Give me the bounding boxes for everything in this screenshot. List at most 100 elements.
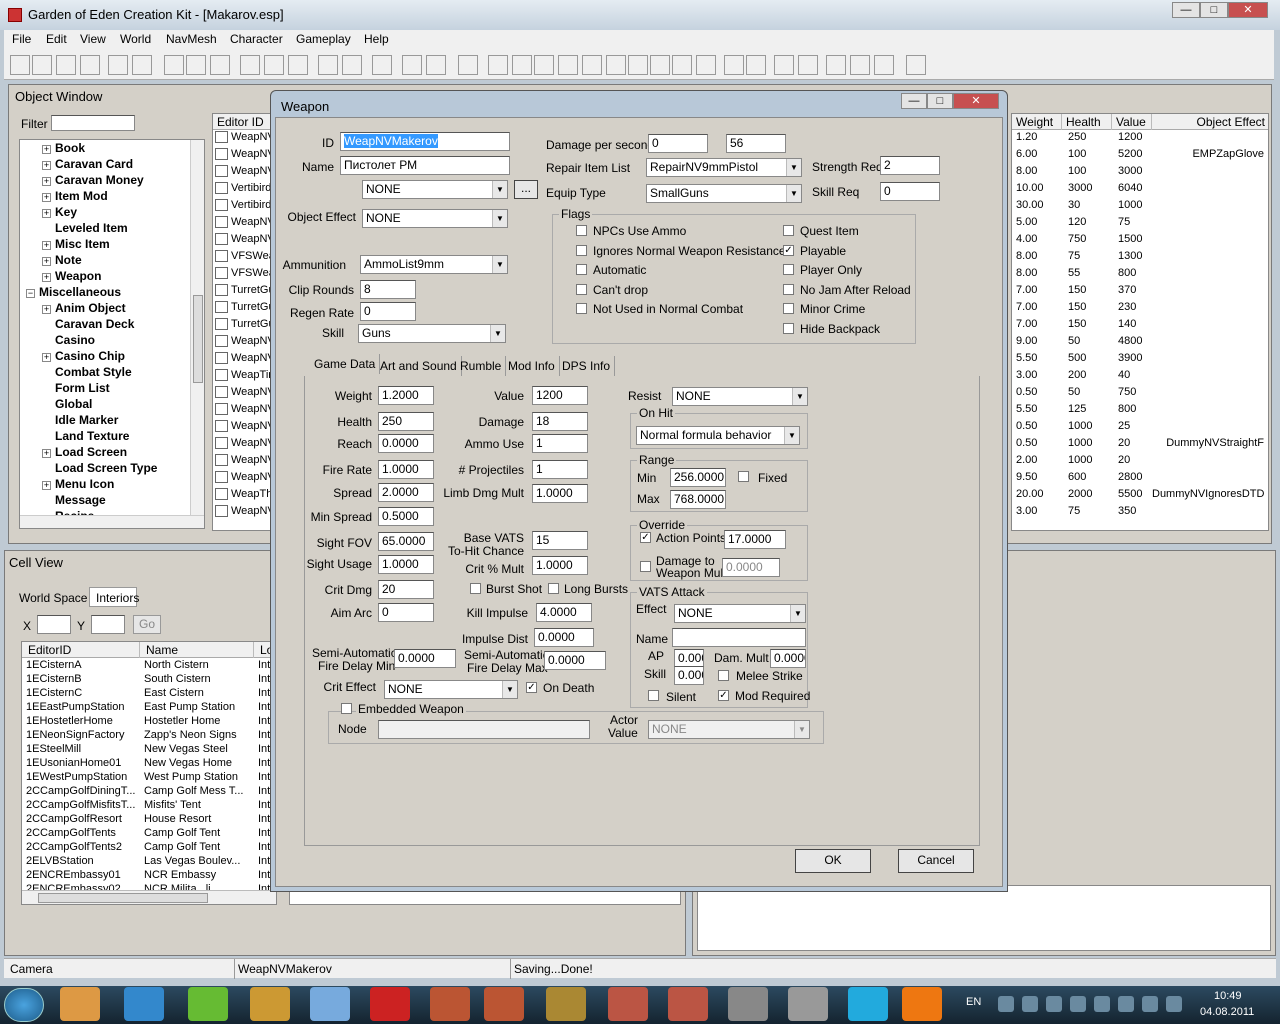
- tree-item[interactable]: Load Screen Type: [42, 460, 157, 476]
- id-input[interactable]: WeapNVMakerov: [340, 132, 510, 151]
- kill-impulse-input[interactable]: 4.0000: [536, 603, 592, 622]
- minimize-button[interactable]: —: [1172, 2, 1200, 18]
- eye-icon[interactable]: [788, 987, 828, 1021]
- flag-checkbox[interactable]: [783, 283, 794, 295]
- tree-hscrollbar[interactable]: [20, 515, 204, 528]
- melee-strike-checkbox[interactable]: [718, 670, 729, 681]
- column-header[interactable]: Health: [1062, 114, 1112, 130]
- vats-effect-select[interactable]: NONE ▼: [674, 604, 806, 623]
- table-row[interactable]: 2CCampGolfDiningT... Camp Golf Mess T... I…: [22, 784, 276, 798]
- menu-character[interactable]: Character: [230, 32, 283, 46]
- open-icon[interactable]: [32, 55, 52, 75]
- table-row[interactable]: 0.50 50 750: [1012, 385, 1268, 399]
- flag-checkbox[interactable]: [576, 283, 587, 295]
- gear-icon[interactable]: [850, 55, 870, 75]
- spread-input[interactable]: 2.0000: [378, 483, 434, 502]
- column-header[interactable]: Value: [1112, 114, 1152, 130]
- table-row[interactable]: 6.00 100 5200 EMPZapGlove: [1012, 147, 1268, 161]
- x-icon[interactable]: [724, 55, 744, 75]
- tree-item[interactable]: + Weapon: [42, 268, 101, 284]
- video-icon[interactable]: [728, 987, 768, 1021]
- lasso-icon[interactable]: [402, 55, 422, 75]
- table-row[interactable]: 9.50 600 2800: [1012, 470, 1268, 484]
- tray-icon[interactable]: [1118, 996, 1134, 1012]
- dialog-minimize-button[interactable]: —: [901, 93, 927, 109]
- flag-checkbox[interactable]: [783, 303, 794, 315]
- dialog-close-button[interactable]: ✕: [953, 93, 999, 109]
- clip-rounds-input[interactable]: 8: [360, 280, 416, 299]
- texture-icon[interactable]: [288, 55, 308, 75]
- editor-id-row[interactable]: WeapNV: [215, 402, 275, 416]
- tree-item[interactable]: − Miscellaneous: [26, 284, 121, 300]
- cell-table[interactable]: EditorIDNameLoc 1ECisternANorth CisternI…: [21, 641, 277, 905]
- y-input[interactable]: [91, 615, 125, 634]
- light-icon[interactable]: [264, 55, 284, 75]
- table-row[interactable]: 1ECisternA North Cistern Inte: [22, 658, 276, 672]
- flag-checkbox[interactable]: [576, 225, 587, 236]
- tree-item[interactable]: Leveled Item: [42, 220, 128, 236]
- skill-select[interactable]: Guns ▼: [358, 324, 506, 343]
- resist-select[interactable]: NONE ▼: [672, 387, 808, 406]
- column-header[interactable]: Name: [140, 642, 254, 658]
- damage-input[interactable]: 18: [532, 412, 588, 431]
- table-row[interactable]: 1ESteelMill New Vegas Steel Inte: [22, 742, 276, 756]
- menu-edit[interactable]: Edit: [46, 32, 67, 46]
- flag-checkbox[interactable]: [783, 323, 794, 334]
- vats-name-input[interactable]: [672, 628, 806, 647]
- opera-icon[interactable]: [370, 987, 410, 1021]
- tree-item[interactable]: + Load Screen: [42, 444, 127, 460]
- leaf-icon[interactable]: [372, 55, 392, 75]
- tab-art-and-sound[interactable]: Art and Sound: [376, 356, 462, 376]
- node-input[interactable]: [378, 720, 590, 739]
- table-row[interactable]: 0.50 1000 25: [1012, 419, 1268, 433]
- tree-item[interactable]: + Book: [42, 140, 85, 156]
- terrain-icon[interactable]: [210, 55, 230, 75]
- table-row[interactable]: 10.00 3000 6040: [1012, 181, 1268, 195]
- mod-required-checkbox[interactable]: ✓: [718, 690, 729, 701]
- tree-item[interactable]: Global: [42, 396, 92, 412]
- box4-icon[interactable]: [696, 55, 716, 75]
- expand-icon[interactable]: +: [42, 353, 51, 362]
- editor-id-row[interactable]: WeapNV: [215, 436, 275, 450]
- flag-checkbox[interactable]: [783, 225, 794, 236]
- editor-id-row[interactable]: WeapNV: [215, 130, 275, 144]
- table-row[interactable]: 8.00 75 1300: [1012, 249, 1268, 263]
- strength-input[interactable]: 2: [880, 156, 940, 175]
- table-row[interactable]: 1EHostetlerHome Hostetler Home Inte: [22, 714, 276, 728]
- weight-input[interactable]: 1.2000: [378, 386, 434, 405]
- health-input[interactable]: 250: [378, 412, 434, 431]
- editor-id-row[interactable]: Vertibird: [215, 181, 271, 195]
- table-row[interactable]: 2CCampGolfResort House Resort Inte: [22, 812, 276, 826]
- table-row[interactable]: 2.00 1000 20: [1012, 453, 1268, 467]
- impulse-dist-input[interactable]: 0.0000: [534, 628, 594, 647]
- tray-icon[interactable]: [1142, 996, 1158, 1012]
- table-row[interactable]: 3.00 200 40: [1012, 368, 1268, 382]
- projectiles-input[interactable]: 1: [532, 460, 588, 479]
- pencil-icon[interactable]: [426, 55, 446, 75]
- table-row[interactable]: 4.00 750 1500: [1012, 232, 1268, 246]
- editor-id-row[interactable]: VFSWea: [215, 249, 275, 263]
- explorer-icon[interactable]: [250, 987, 290, 1021]
- tray-icon[interactable]: [998, 996, 1014, 1012]
- language-indicator[interactable]: EN: [966, 996, 981, 1008]
- damage-weapon-checkbox[interactable]: [640, 561, 651, 572]
- flag-checkbox[interactable]: [576, 264, 587, 275]
- table-row[interactable]: 1.20 250 1200: [1012, 130, 1268, 144]
- limbdmg-input[interactable]: 1.0000: [532, 484, 588, 503]
- wordpad-icon[interactable]: [310, 987, 350, 1021]
- expand-icon[interactable]: +: [42, 177, 51, 186]
- tree-item[interactable]: Combat Style: [42, 364, 132, 380]
- expand-icon[interactable]: +: [42, 161, 51, 170]
- column-header[interactable]: Object Effect: [1152, 114, 1268, 130]
- menu-world[interactable]: World: [120, 32, 151, 46]
- menu-view[interactable]: View: [80, 32, 106, 46]
- table-row[interactable]: 7.00 150 230: [1012, 300, 1268, 314]
- square-o-icon[interactable]: [558, 55, 578, 75]
- table-row[interactable]: 1ECisternC East Cistern Inte: [22, 686, 276, 700]
- tray-icon[interactable]: [1022, 996, 1038, 1012]
- tree-item[interactable]: + Key: [42, 204, 77, 220]
- sphere-icon[interactable]: [240, 55, 260, 75]
- on-death-checkbox[interactable]: ✓: [526, 682, 537, 693]
- tab-dps-info[interactable]: DPS Info: [558, 356, 616, 376]
- range-max-input[interactable]: 768.0000: [670, 490, 726, 509]
